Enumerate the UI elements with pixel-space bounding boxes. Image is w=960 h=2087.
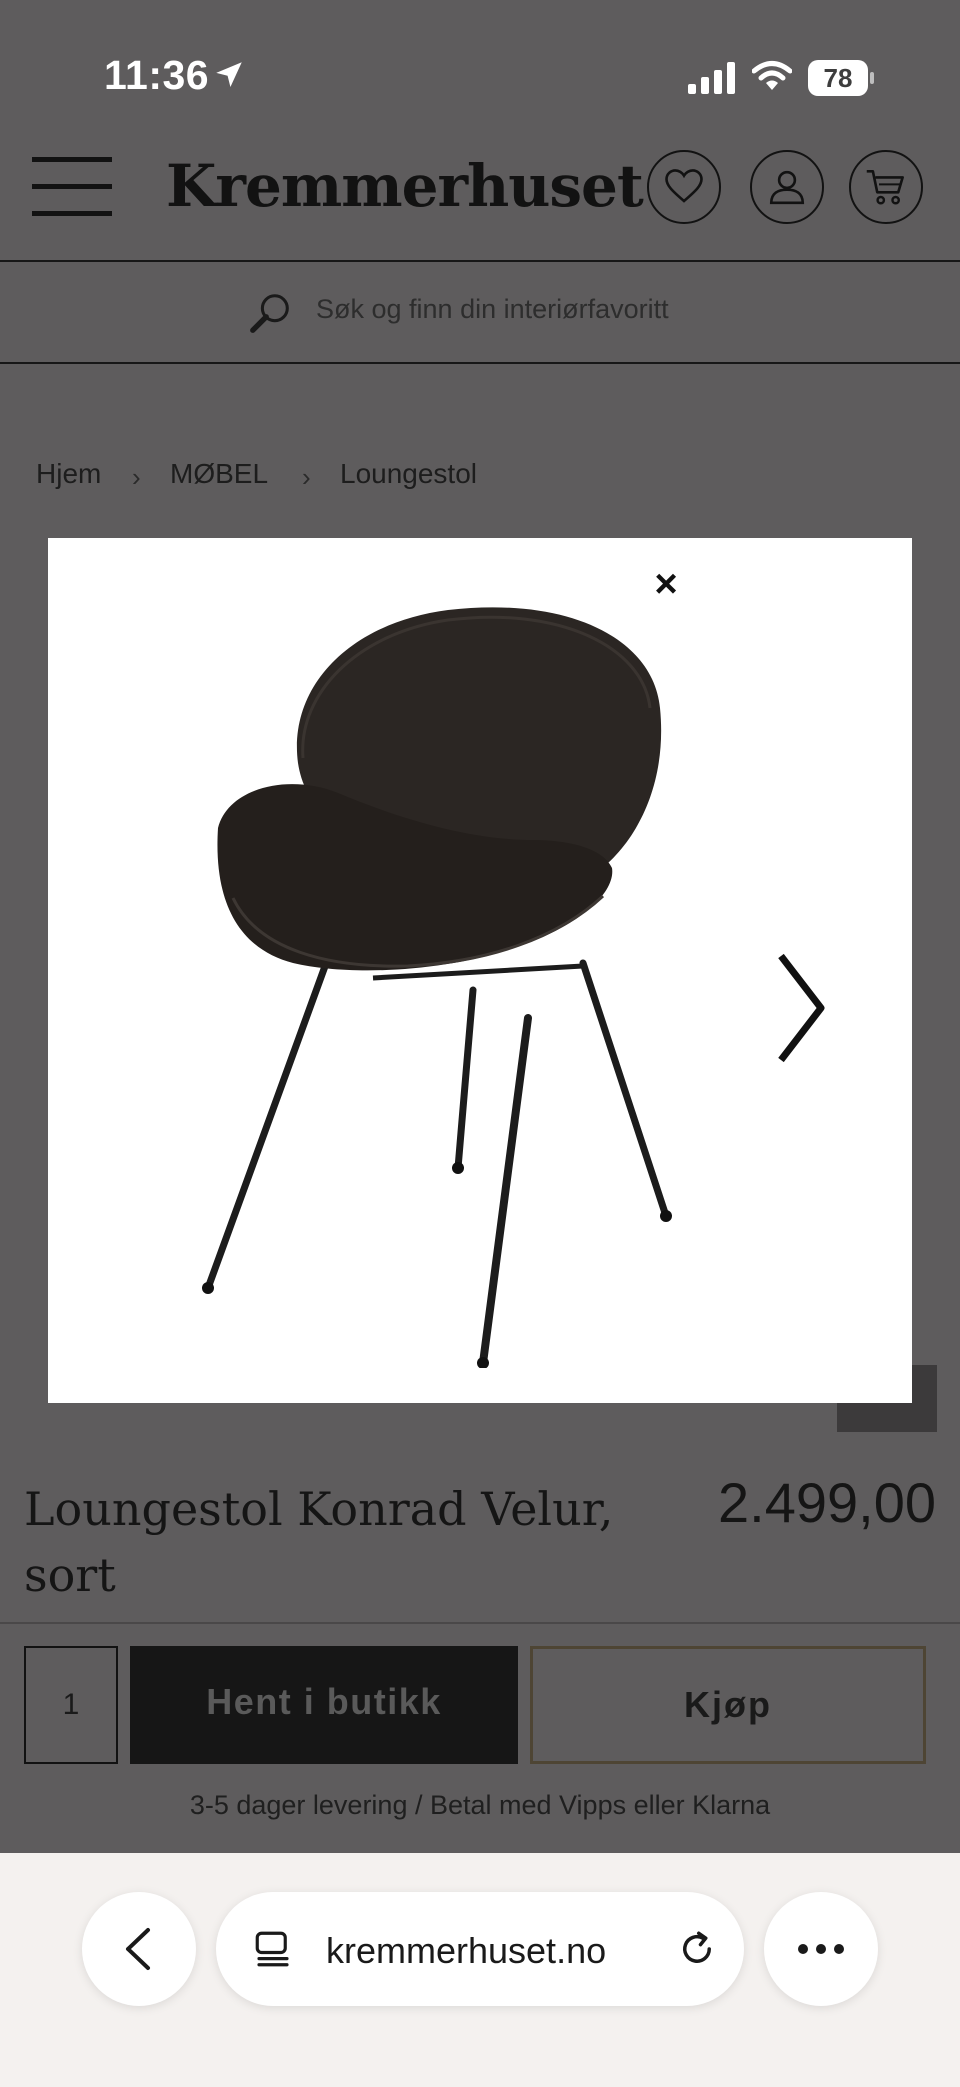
buy-button[interactable]: Kjøp — [530, 1646, 926, 1764]
product-title: Loungestol Konrad Velur, sort — [24, 1482, 614, 1602]
cart-icon — [866, 169, 904, 205]
more-dots-icon — [798, 1944, 844, 1954]
header-divider — [0, 260, 960, 262]
search-divider — [0, 362, 960, 364]
breadcrumb-category[interactable]: MØBEL — [170, 458, 268, 490]
wifi-icon — [752, 61, 792, 90]
user-icon — [769, 170, 805, 205]
battery-level: 78 — [823, 63, 853, 93]
brand-logo[interactable]: Kremmerhuset — [166, 152, 644, 220]
more-button[interactable] — [764, 1892, 878, 2006]
wishlist-button[interactable] — [647, 150, 721, 224]
url-text[interactable]: kremmerhuset.no — [326, 1930, 606, 1972]
chair-image — [202, 607, 672, 1368]
back-button[interactable] — [82, 1892, 196, 2006]
breadcrumb-separator: › — [302, 462, 311, 492]
purchase-bar-divider — [0, 1622, 960, 1624]
cellular-signal-icon — [688, 62, 735, 94]
breadcrumb-current: Loungestol — [340, 458, 478, 489]
search-input[interactable]: Søk og finn din interiørfavoritt — [316, 294, 669, 325]
chevron-right-icon[interactable] — [773, 948, 833, 1068]
account-button[interactable] — [750, 150, 824, 224]
product-price: 2.499,00 — [718, 1471, 936, 1534]
quantity-input[interactable]: 1 — [24, 1646, 118, 1764]
pickup-in-store-button[interactable]: Hent i butikk — [130, 1646, 518, 1764]
close-button[interactable]: × — [644, 562, 688, 606]
chevron-left-icon — [126, 1928, 150, 1970]
cart-button[interactable] — [849, 150, 923, 224]
search-icon[interactable] — [248, 290, 294, 336]
image-lightbox: × — [48, 538, 912, 1403]
breadcrumb-home[interactable]: Hjem — [36, 458, 101, 490]
reload-icon[interactable] — [676, 1928, 718, 1970]
location-arrow-icon — [216, 62, 242, 88]
menu-icon[interactable] — [32, 155, 112, 219]
tab-overview-icon[interactable] — [252, 1928, 294, 1970]
breadcrumb-separator: › — [132, 462, 141, 492]
status-time: 11:36 — [104, 52, 210, 98]
heart-icon — [665, 169, 703, 203]
address-bar[interactable]: kremmerhuset.no — [216, 1892, 744, 2006]
delivery-info: 3-5 dager levering / Betal med Vipps ell… — [189, 1790, 771, 1820]
